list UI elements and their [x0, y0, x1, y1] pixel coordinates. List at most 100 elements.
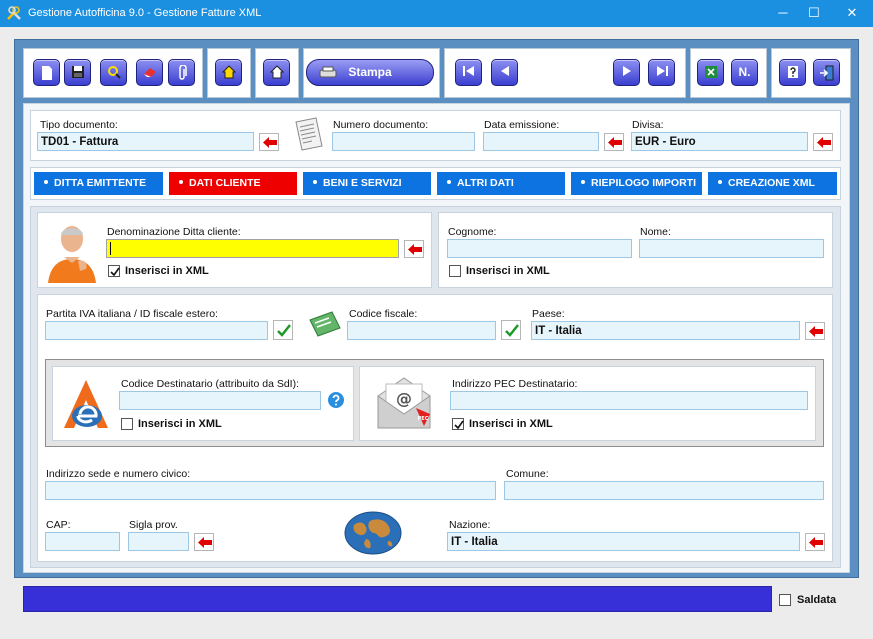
save-icon — [71, 66, 84, 78]
data-emissione-field[interactable] — [483, 132, 599, 151]
nome-label: Nome: — [640, 226, 671, 238]
next-icon — [622, 66, 631, 76]
new-document-button[interactable] — [33, 59, 60, 86]
inserisci-nome-checkbox[interactable] — [449, 265, 461, 277]
verify-codice-fiscale-button[interactable] — [501, 320, 521, 340]
checkmark-icon — [454, 420, 464, 430]
search-button[interactable] — [100, 59, 127, 86]
text-cursor — [110, 242, 111, 255]
first-record-button[interactable] — [455, 59, 482, 86]
status-bar — [23, 586, 772, 612]
tipo-documento-field[interactable]: TD01 - Fattura — [37, 132, 254, 151]
paperclip-icon — [178, 64, 187, 80]
tipo-documento-label: Tipo documento: — [40, 119, 118, 131]
indirizzo-label: Indirizzo sede e numero civico: — [46, 468, 191, 480]
verify-partita-iva-button[interactable] — [273, 320, 293, 340]
nazione-field[interactable]: IT - Italia — [447, 532, 800, 551]
tab-label: CREAZIONE XML — [728, 177, 815, 189]
indirizzo-field[interactable] — [45, 481, 496, 500]
tab-altri-dati[interactable]: ALTRI DATI — [437, 172, 565, 195]
cap-field[interactable] — [45, 532, 120, 551]
help-question-icon[interactable] — [327, 391, 345, 409]
numero-documento-label: Numero documento: — [333, 119, 429, 131]
partita-iva-label: Partita IVA italiana / ID fiscale estero… — [46, 308, 218, 320]
inserisci-codice-destinatario-label: Inserisci in XML — [138, 418, 222, 430]
tab-label: BENI E SERVIZI — [323, 177, 402, 189]
comune-field[interactable] — [504, 481, 824, 500]
inserisci-denominazione-checkbox[interactable] — [108, 265, 120, 277]
exit-button[interactable] — [813, 59, 840, 86]
maximize-button[interactable]: ☐ — [797, 0, 831, 27]
codice-fiscale-field[interactable] — [347, 321, 496, 340]
paese-select-button[interactable] — [805, 322, 825, 340]
sigla-prov-field[interactable] — [128, 532, 189, 551]
attachment-button[interactable] — [168, 59, 195, 86]
nome-field[interactable] — [639, 239, 824, 258]
help-button[interactable] — [779, 59, 806, 86]
checkmark-icon — [110, 267, 120, 277]
green-check-icon — [277, 324, 291, 337]
denominazione-select-button[interactable] — [404, 240, 424, 258]
app-wrench-icon — [7, 6, 21, 20]
red-left-arrow-icon — [263, 137, 277, 148]
nazione-label: Nazione: — [449, 519, 491, 531]
partita-iva-field[interactable] — [45, 321, 268, 340]
excel-export-button[interactable] — [697, 59, 724, 86]
inserisci-pec-checkbox[interactable] — [452, 418, 464, 430]
help-icon — [787, 66, 798, 78]
next-record-button[interactable] — [263, 59, 290, 86]
nazione-select-button[interactable] — [805, 533, 825, 551]
red-left-arrow-icon — [817, 137, 831, 148]
svg-text:@: @ — [396, 389, 412, 408]
print-button[interactable]: Stampa — [306, 59, 434, 86]
data-emissione-picker-button[interactable] — [604, 133, 624, 151]
divisa-label: Divisa: — [632, 119, 664, 131]
previous-record-button[interactable] — [215, 59, 242, 86]
data-emissione-label: Data emissione: — [484, 119, 560, 131]
saldata-checkbox[interactable] — [779, 594, 791, 606]
divisa-field[interactable]: EUR - Euro — [631, 132, 808, 151]
close-button[interactable]: ✕ — [835, 0, 869, 27]
exit-door-icon — [819, 65, 833, 81]
previous-icon — [500, 66, 509, 76]
search-icon — [107, 66, 121, 79]
pec-label: Indirizzo PEC Destinatario: — [452, 378, 578, 390]
previous-button[interactable] — [491, 59, 518, 86]
tab-ditta-emittente[interactable]: DITTA EMITTENTE — [34, 172, 163, 195]
cognome-field[interactable] — [447, 239, 632, 258]
cognome-label: Cognome: — [448, 226, 497, 238]
last-icon — [656, 66, 668, 76]
codice-destinatario-label: Codice Destinatario (attribuito da SdI): — [121, 378, 300, 390]
cap-label: CAP: — [46, 519, 71, 531]
sigla-prov-select-button[interactable] — [194, 533, 214, 551]
paese-field[interactable]: IT - Italia — [531, 321, 800, 340]
eraser-button[interactable] — [136, 59, 163, 86]
tab-beni-e-servizi[interactable]: BENI E SERVIZI — [303, 172, 431, 195]
tab-dati-cliente[interactable]: DATI CLIENTE — [169, 172, 297, 195]
red-left-arrow-icon — [198, 537, 212, 548]
tipo-documento-select-button[interactable] — [259, 133, 279, 151]
red-left-arrow-icon — [809, 326, 823, 337]
print-button-label: Stampa — [348, 65, 392, 79]
home-forward-icon — [269, 65, 284, 79]
next-button[interactable] — [613, 59, 640, 86]
inserisci-pec-label: Inserisci in XML — [469, 418, 553, 430]
eraser-icon — [143, 68, 156, 77]
red-left-arrow-icon — [809, 537, 823, 548]
green-check-icon — [505, 324, 519, 337]
minimize-button[interactable]: ─ — [766, 0, 800, 27]
pec-field[interactable] — [450, 391, 808, 410]
tab-riepilogo-importi[interactable]: RIEPILOGO IMPORTI — [571, 172, 702, 195]
save-button[interactable] — [64, 59, 91, 86]
denominazione-field[interactable] — [106, 239, 399, 258]
comune-label: Comune: — [506, 468, 549, 480]
numbering-button[interactable]: N. — [731, 59, 758, 86]
last-record-button[interactable] — [648, 59, 675, 86]
inserisci-codice-destinatario-checkbox[interactable] — [121, 418, 133, 430]
divisa-select-button[interactable] — [813, 133, 833, 151]
numero-documento-field[interactable] — [332, 132, 475, 151]
tab-creazione-xml[interactable]: CREAZIONE XML — [708, 172, 837, 195]
denominazione-label: Denominazione Ditta cliente: — [107, 226, 241, 238]
saldata-label: Saldata — [797, 594, 837, 606]
codice-destinatario-field[interactable] — [119, 391, 321, 410]
